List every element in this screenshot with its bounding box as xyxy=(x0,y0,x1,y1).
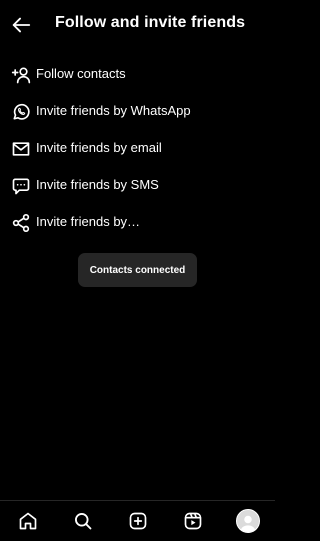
header: Follow and invite friends xyxy=(0,0,275,48)
toast-message: Contacts connected xyxy=(78,253,197,287)
whatsapp-icon xyxy=(10,101,32,123)
profile-button[interactable] xyxy=(233,506,263,536)
back-button[interactable] xyxy=(8,12,34,38)
invite-email-item[interactable]: Invite friends by email xyxy=(0,130,275,167)
invite-other-label: Invite friends by… xyxy=(36,214,141,229)
invite-whatsapp-item[interactable]: Invite friends by WhatsApp xyxy=(0,93,275,130)
email-icon xyxy=(10,138,32,160)
default-avatar-icon xyxy=(240,515,255,532)
invite-options-list: Follow contacts Invite friends by WhatsA… xyxy=(0,56,275,241)
search-icon xyxy=(74,513,91,530)
bottom-navbar xyxy=(0,500,275,541)
add-person-icon xyxy=(10,64,32,86)
profile-avatar xyxy=(235,509,260,533)
follow-contacts-item[interactable]: Follow contacts xyxy=(0,56,275,93)
invite-email-label: Invite friends by email xyxy=(36,140,162,155)
create-button[interactable] xyxy=(123,506,153,536)
page-title: Follow and invite friends xyxy=(55,14,246,31)
home-button[interactable] xyxy=(13,506,43,536)
reels-button[interactable] xyxy=(178,506,208,536)
invite-other-item[interactable]: Invite friends by… xyxy=(0,204,275,241)
reels-icon xyxy=(184,512,201,530)
create-icon xyxy=(129,512,146,530)
invite-whatsapp-label: Invite friends by WhatsApp xyxy=(36,103,191,118)
share-icon xyxy=(10,212,32,234)
sms-icon xyxy=(10,175,32,197)
invite-sms-item[interactable]: Invite friends by SMS xyxy=(0,167,275,204)
follow-contacts-label: Follow contacts xyxy=(36,66,126,81)
arrow-left-icon xyxy=(12,17,31,33)
home-icon xyxy=(19,512,36,530)
search-button[interactable] xyxy=(68,506,98,536)
invite-sms-label: Invite friends by SMS xyxy=(36,177,159,192)
